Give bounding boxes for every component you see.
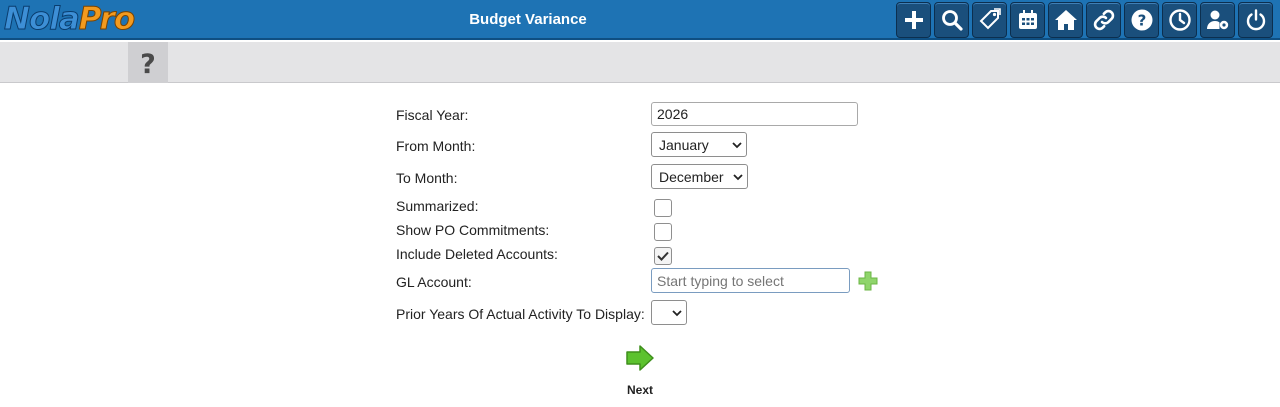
search-icon <box>941 10 963 31</box>
link-icon <box>1093 9 1114 31</box>
add-gl-account-icon[interactable] <box>858 271 878 291</box>
next-arrow-icon <box>626 345 654 371</box>
clock-icon <box>1168 9 1191 31</box>
prior-years-label: Prior Years Of Actual Activity To Displa… <box>396 306 645 322</box>
include-deleted-accounts-label: Include Deleted Accounts: <box>396 246 558 262</box>
plus-icon <box>904 11 923 29</box>
svg-text:?: ? <box>1137 12 1146 30</box>
toolbar: ? <box>896 2 1276 38</box>
summarized-label: Summarized: <box>396 198 479 214</box>
page-help-button[interactable]: ? <box>128 42 168 83</box>
user-settings-icon <box>1206 10 1228 30</box>
next-button[interactable] <box>610 344 670 377</box>
help-icon: ? <box>1131 9 1152 31</box>
home-button[interactable] <box>1048 2 1083 38</box>
svg-text:?: ? <box>140 49 156 78</box>
to-month-label: To Month: <box>396 170 458 186</box>
help-button[interactable]: ? <box>1124 2 1159 38</box>
from-month-select[interactable]: January <box>651 132 747 157</box>
fiscal-year-label: Fiscal Year: <box>396 107 469 123</box>
question-mark-icon: ? <box>140 49 156 78</box>
add-button[interactable] <box>896 2 931 38</box>
summarized-checkbox[interactable] <box>654 199 672 217</box>
fiscal-year-input[interactable] <box>651 102 858 126</box>
prior-years-select[interactable] <box>651 300 687 325</box>
user-settings-button[interactable] <box>1200 2 1235 38</box>
top-header: NolaPro Budget Variance ? <box>0 0 1280 40</box>
include-deleted-accounts-checkbox[interactable] <box>654 247 672 265</box>
chevron-down-icon <box>672 309 682 316</box>
show-po-commitments-label: Show PO Commitments: <box>396 222 550 238</box>
gl-account-input[interactable] <box>651 268 850 293</box>
gl-account-label: GL Account: <box>396 274 472 290</box>
tag-icon <box>979 8 1001 30</box>
home-icon <box>1054 10 1077 30</box>
next-label[interactable]: Next <box>610 383 670 397</box>
tags-button[interactable] <box>972 2 1007 38</box>
history-button[interactable] <box>1162 2 1197 38</box>
to-month-value: December <box>659 168 724 185</box>
from-month-label: From Month: <box>396 138 476 154</box>
from-month-value: January <box>659 136 709 153</box>
links-button[interactable] <box>1086 2 1121 38</box>
power-icon <box>1246 9 1265 31</box>
chevron-down-icon <box>733 173 743 180</box>
chevron-down-icon <box>732 141 742 148</box>
search-button[interactable] <box>934 2 969 38</box>
checkmark-icon <box>657 251 669 261</box>
logout-button[interactable] <box>1238 2 1273 38</box>
to-month-select[interactable]: December <box>651 164 748 189</box>
calendar-button[interactable] <box>1010 2 1045 38</box>
secondary-bar: ? <box>0 42 1280 83</box>
show-po-commitments-checkbox[interactable] <box>654 223 672 241</box>
calendar-icon <box>1018 10 1037 29</box>
